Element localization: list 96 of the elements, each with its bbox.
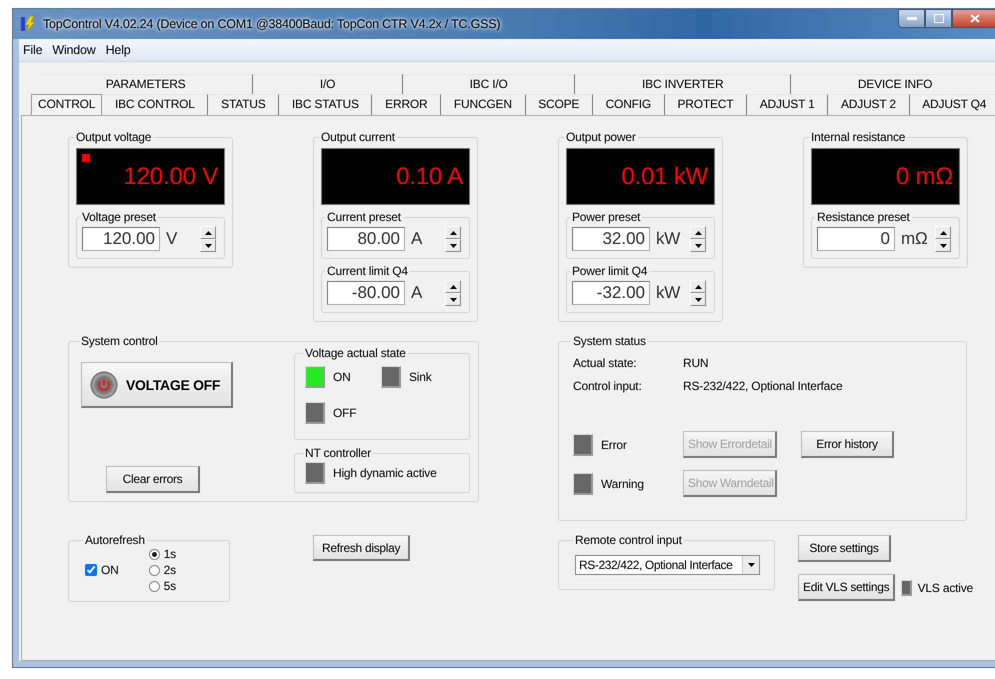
unit-label: kW — [656, 229, 682, 249]
tab[interactable]: DEVICE INFO — [791, 74, 995, 94]
close-button[interactable] — [952, 9, 995, 28]
up-arrow-icon — [694, 284, 702, 288]
group-title: Internal resistance — [810, 130, 906, 144]
down-arrow-icon — [450, 298, 456, 302]
group-title: Voltage actual state — [304, 346, 407, 360]
number-field[interactable]: -80.00 — [327, 281, 405, 305]
lamp-label: Warning — [601, 476, 644, 490]
down-arrow-icon — [204, 244, 212, 248]
spin-up-button[interactable] — [445, 226, 461, 239]
radio-button[interactable]: 1s — [148, 547, 176, 561]
lamp-label: ON — [333, 370, 351, 384]
tab[interactable]: IBC INVERTER — [575, 74, 792, 94]
maximize-icon — [934, 14, 944, 23]
edit-vls-settings-button[interactable]: Edit VLS settings — [798, 574, 896, 601]
spin-up-button[interactable] — [200, 226, 216, 239]
window-title: TopControl V4.02.24 (Device on COM1 @38400Baud: TopCon CTR V4.2x / TC.GSS) — [43, 17, 500, 31]
number-field[interactable]: -32.00 — [572, 281, 650, 305]
error-history-button[interactable]: Error history — [801, 431, 894, 458]
group-title: Output voltage — [75, 130, 152, 144]
spin-down-button[interactable] — [690, 239, 706, 252]
lightning-icon — [21, 16, 37, 32]
group-title: Resistance preset — [816, 210, 911, 224]
group-title: Power limit Q4 — [571, 264, 648, 278]
spin-up-button[interactable] — [690, 226, 706, 239]
down-arrow-icon — [694, 244, 702, 248]
spin-down-button[interactable] — [445, 293, 461, 306]
readout-value: 120.00 V — [124, 162, 218, 190]
minimize-icon — [906, 16, 916, 20]
checkbox[interactable]: ON — [85, 563, 119, 577]
group-title: System status — [572, 334, 647, 348]
number-field[interactable]: 80.00 — [327, 227, 405, 251]
readout-value: 0.10 A — [396, 162, 463, 190]
refresh-display-button[interactable]: Refresh display — [313, 535, 410, 561]
group-title: Power preset — [571, 210, 642, 224]
down-arrow-icon — [940, 244, 946, 248]
menu-item[interactable]: Help — [106, 43, 131, 57]
dropdown[interactable]: RS-232/422, Optional Interface — [575, 555, 760, 575]
unit-label: A — [411, 229, 424, 249]
minimize-button[interactable] — [898, 9, 925, 28]
unit-label: mΩ — [901, 229, 928, 249]
spin-up-button[interactable] — [690, 280, 706, 293]
up-arrow-icon — [450, 284, 456, 288]
readout-value: 0 mΩ — [896, 162, 953, 190]
number-field[interactable]: 32.00 — [572, 227, 650, 251]
menu-item[interactable]: Window — [52, 43, 96, 57]
tab[interactable]: IBC I/O — [402, 74, 576, 94]
tab[interactable]: CONTROL — [31, 94, 102, 115]
group-title: Current preset — [326, 210, 402, 224]
number-field[interactable]: 120.00 — [82, 227, 160, 251]
spin-down-button[interactable] — [445, 239, 461, 252]
dropdown-arrow-icon — [748, 563, 754, 567]
tab[interactable]: I/O — [253, 74, 403, 94]
close-icon — [970, 14, 980, 23]
radio-button[interactable]: 5s — [148, 579, 176, 593]
field-label: Actual state: — [573, 356, 638, 370]
group-title: Output current — [320, 130, 396, 144]
clear-errors-button[interactable]: Clear errors — [106, 466, 200, 493]
maximize-button[interactable] — [925, 9, 952, 28]
down-arrow-icon — [450, 244, 456, 248]
group-title: NT controller — [304, 446, 372, 460]
lamp-label: Error — [601, 438, 627, 452]
down-arrow-icon — [694, 298, 702, 302]
up-arrow-icon — [694, 230, 702, 234]
unit-label: kW — [656, 283, 682, 303]
lamp-label: Sink — [409, 370, 432, 384]
field-label: Control input: — [573, 379, 643, 393]
field-value: RUN — [683, 356, 710, 370]
up-arrow-icon — [450, 230, 456, 234]
up-arrow-icon — [204, 230, 212, 234]
group-title: Autorefresh — [84, 533, 146, 547]
unit-label: V — [166, 229, 178, 249]
group-title: Current limit Q4 — [326, 264, 409, 278]
group-title: Remote control input — [574, 533, 683, 547]
unit-label: A — [411, 283, 424, 303]
number-field[interactable]: 0 — [817, 227, 895, 251]
group-title: Voltage preset — [81, 210, 157, 224]
menu-item[interactable]: File — [23, 43, 42, 57]
spin-down-button[interactable] — [690, 293, 706, 306]
store-settings-button[interactable]: Store settings — [798, 535, 891, 562]
up-arrow-icon — [940, 230, 946, 234]
spin-up-button[interactable] — [935, 226, 951, 239]
group-title: Output power — [565, 130, 637, 144]
field-value: RS-232/422, Optional Interface — [683, 379, 844, 393]
spin-up-button[interactable] — [445, 280, 461, 293]
group-title: System control — [80, 334, 159, 348]
readout-value: 0.01 kW — [621, 162, 708, 190]
radio-button[interactable]: 2s — [148, 563, 176, 577]
spin-down-button[interactable] — [935, 239, 951, 252]
lamp-label: VLS active — [918, 580, 973, 594]
lamp-label: OFF — [333, 406, 356, 420]
lamp-label: High dynamic active — [333, 466, 437, 480]
power-button[interactable]: VOLTAGE OFF — [81, 362, 233, 408]
power-icon — [90, 370, 118, 398]
spin-down-button[interactable] — [200, 239, 216, 252]
